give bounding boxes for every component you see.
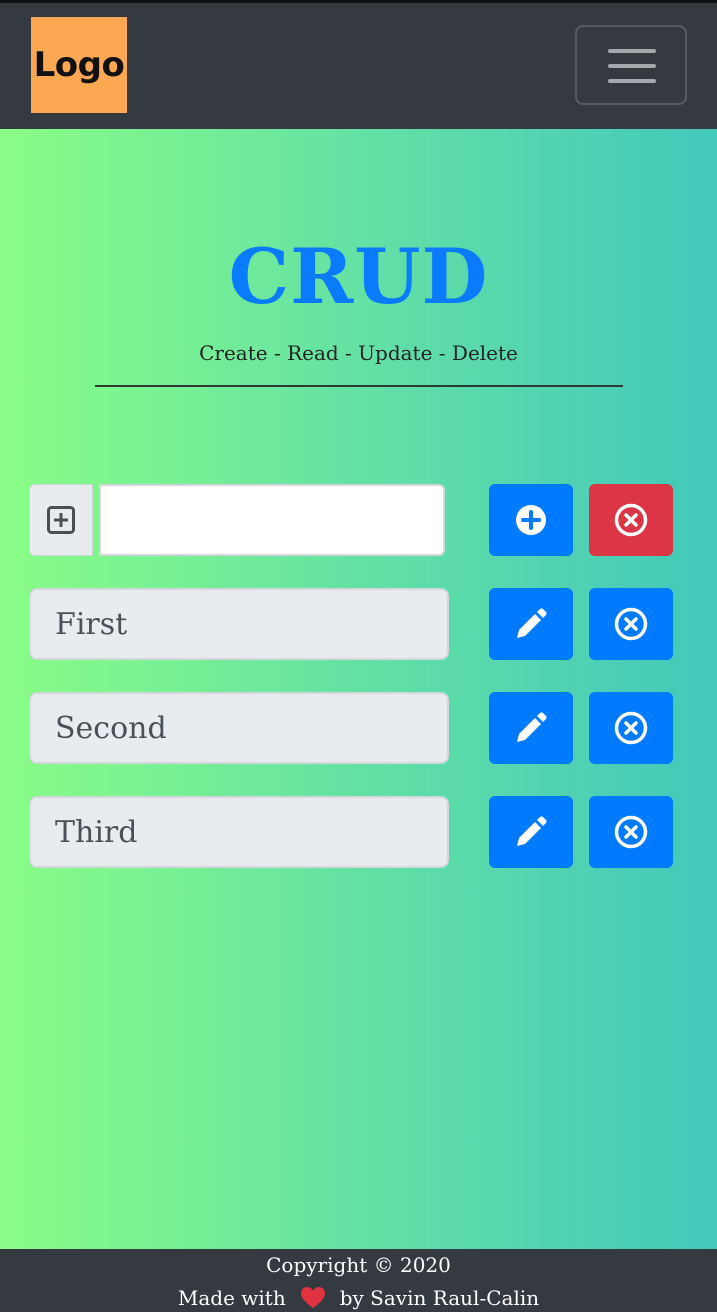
delete-button[interactable] (589, 796, 673, 868)
item-field[interactable]: First (29, 588, 449, 660)
edit-button[interactable] (489, 692, 573, 764)
logo[interactable]: Logo (31, 17, 127, 113)
plus-circle-icon (516, 505, 546, 535)
heart-icon (300, 1287, 325, 1308)
edit-button[interactable] (489, 796, 573, 868)
item-label: First (55, 606, 128, 642)
delete-button[interactable] (589, 692, 673, 764)
item-field[interactable]: Second (29, 692, 449, 764)
new-item-input[interactable] (99, 484, 445, 556)
page-title: CRUD (228, 232, 489, 321)
navbar-toggler-button[interactable] (575, 25, 687, 105)
navbar: Logo (0, 3, 717, 129)
add-item-button[interactable] (489, 484, 573, 556)
delete-button[interactable] (589, 588, 673, 660)
item-label: Second (55, 710, 167, 746)
x-circle-icon (614, 607, 648, 641)
item-label: Third (55, 814, 138, 850)
footer-author: by Savin Raul-Calin (339, 1286, 540, 1310)
item-field[interactable]: Third (29, 796, 449, 868)
list-item: First (29, 588, 679, 660)
footer-copyright: Copyright © 2020 (266, 1253, 451, 1277)
new-item-prepend (29, 484, 93, 556)
footer-credit: Made with by Savin Raul-Calin (0, 1286, 717, 1310)
edit-button[interactable] (489, 588, 573, 660)
hamburger-icon (608, 49, 656, 53)
clear-input-button[interactable] (589, 484, 673, 556)
list-item: Second (29, 692, 679, 764)
new-item-row (29, 484, 679, 556)
footer-made-with: Made with (177, 1286, 286, 1310)
pencil-icon (517, 608, 547, 638)
pencil-icon (517, 712, 547, 742)
page-subtitle: Create - Read - Update - Delete (199, 341, 518, 365)
main-content: CRUD Create - Read - Update - Delete Fir… (0, 129, 717, 1249)
pencil-icon (517, 816, 547, 846)
list-item: Third (29, 796, 679, 868)
footer: Copyright © 2020 Made with by Savin Raul… (0, 1249, 717, 1312)
plus-square-icon (47, 506, 75, 534)
hamburger-icon-bar (608, 64, 656, 68)
x-circle-icon (614, 815, 648, 849)
x-circle-icon (614, 711, 648, 745)
hamburger-icon-bar (608, 79, 656, 83)
divider (95, 385, 623, 387)
x-circle-icon (614, 503, 648, 537)
